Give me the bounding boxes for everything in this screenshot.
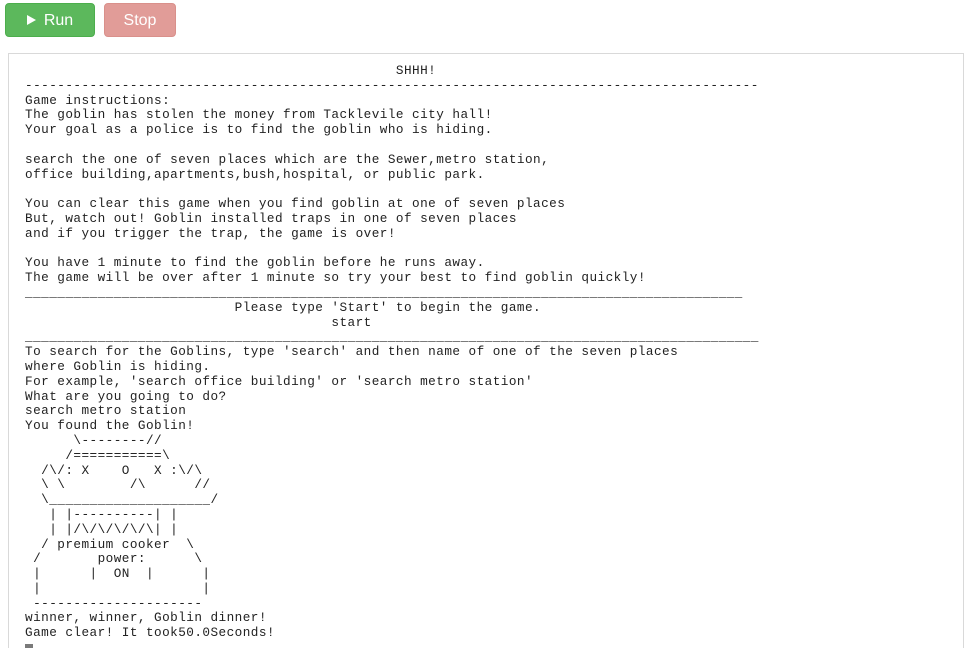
- stop-button-label: Stop: [123, 12, 157, 29]
- run-button[interactable]: Run: [5, 3, 95, 37]
- stop-button[interactable]: Stop: [104, 3, 176, 37]
- console-output-text: SHHH! ----------------------------------…: [25, 63, 759, 641]
- toolbar: Run Stop: [0, 0, 972, 44]
- run-button-label: Run: [43, 12, 74, 29]
- console-panel[interactable]: SHHH! ----------------------------------…: [8, 53, 964, 648]
- play-icon: [26, 15, 36, 25]
- console-output: SHHH! ----------------------------------…: [25, 63, 759, 648]
- text-cursor: [25, 644, 33, 648]
